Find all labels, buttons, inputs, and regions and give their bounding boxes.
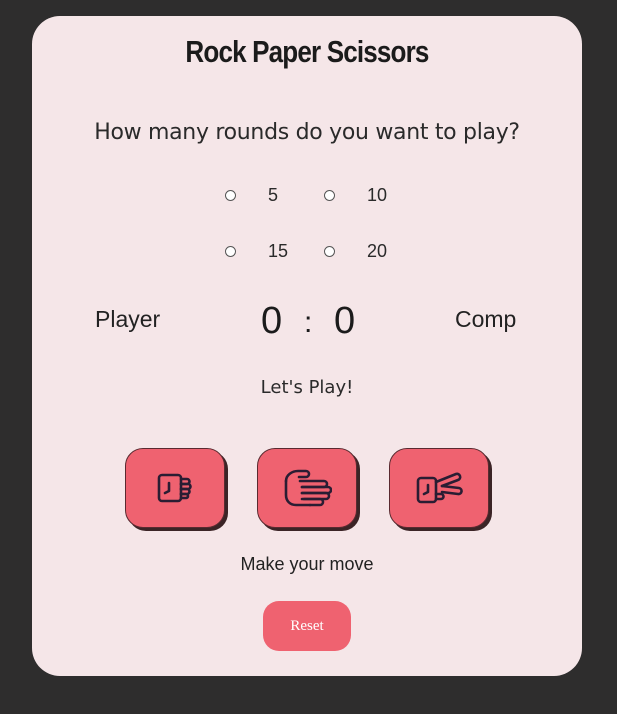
- game-status: Let's Play!: [260, 377, 354, 398]
- reset-button[interactable]: Reset: [263, 601, 351, 651]
- round-option-20[interactable]: 20: [324, 241, 387, 262]
- rounds-question: How many rounds do you want to play?: [94, 120, 520, 145]
- game-card: Rock Paper Scissors How many rounds do y…: [32, 16, 582, 676]
- score-separator: :: [304, 306, 313, 339]
- round-option-label: 15: [268, 241, 289, 261]
- comp-score: 0: [334, 300, 356, 342]
- round-option-label: 20: [367, 241, 388, 261]
- round-option-10[interactable]: 10: [324, 185, 387, 206]
- scissors-button[interactable]: [389, 448, 489, 528]
- round-option-label: 5: [268, 185, 279, 205]
- round-option-label: 10: [367, 185, 388, 205]
- scissors-hand-icon: [416, 472, 463, 504]
- player-score: 0: [261, 300, 283, 342]
- rock-fist-icon: [157, 473, 192, 503]
- round-option-15[interactable]: 15: [225, 241, 288, 262]
- round-radio-5[interactable]: [225, 190, 236, 201]
- player-label: Player: [95, 306, 161, 332]
- round-radio-10[interactable]: [324, 190, 335, 201]
- page-title: Rock Paper Scissors: [185, 34, 429, 69]
- paper-hand-icon: [284, 469, 332, 507]
- paper-button[interactable]: [257, 448, 357, 528]
- round-radio-20[interactable]: [324, 246, 335, 257]
- round-option-5[interactable]: 5: [225, 185, 278, 206]
- rock-button[interactable]: [125, 448, 225, 528]
- comp-label: Comp: [455, 306, 517, 332]
- move-prompt: Make your move: [240, 554, 374, 574]
- round-radio-15[interactable]: [225, 246, 236, 257]
